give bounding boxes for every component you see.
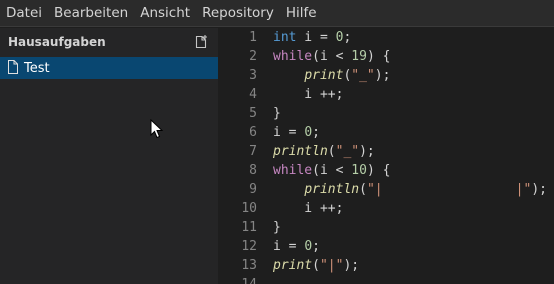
code-text: } [273,218,281,237]
code-text: while(i < 10) { [273,161,390,180]
code-text: println("_"); [273,142,375,161]
code-text: print("|"); [273,256,359,275]
code-text: int i = 0; [273,28,351,47]
line-number: 1 [249,30,257,45]
line-number: 7 [249,144,257,159]
code-token: "_" [335,144,360,159]
menu-hilfe[interactable]: Hilfe [280,0,323,27]
line-number: 5 [249,106,257,121]
code-line[interactable]: 7 println("_"); [218,142,554,161]
code-line[interactable]: 11} [218,218,554,237]
code-token: print [304,68,344,83]
code-text: println("| |"); [273,180,547,199]
code-token: ); [359,144,375,159]
code-token: print [273,258,313,273]
line-number: 3 [249,68,257,83]
code-token: i ++; [273,87,344,102]
code-token: while [273,163,313,178]
file-icon [7,59,24,78]
code-token: (i < [312,49,352,64]
code-line[interactable]: 8 while(i < 10) { [218,161,554,180]
code-token: ( [327,144,336,159]
code-token: ); [531,182,547,197]
file-label: Test [24,60,50,76]
code-token: 0 [304,239,313,254]
code-token: i = [273,239,305,254]
line-number: 12 [241,239,257,254]
code-line[interactable]: 2 while(i < 19) { [218,47,554,66]
code-token: 10 [351,163,367,178]
code-token: ); [374,68,391,83]
code-line[interactable]: 3 print("_"); [218,66,554,85]
code-token: ); [343,258,360,273]
menu-repository[interactable]: Repository [196,0,280,27]
code-token: println [304,182,360,197]
code-line[interactable]: 9 println("| |"); [218,180,554,199]
menu-datei[interactable]: Datei [0,0,48,27]
code-line[interactable]: 6 i = 0; [218,123,554,142]
code-text: i = 0; [273,123,320,142]
code-text: while(i < 19) { [273,47,390,66]
code-token: "| |" [366,182,532,197]
line-number: 11 [241,220,257,235]
code-token: int [273,30,297,45]
code-token: 19 [351,49,367,64]
menu-bar: Datei Bearbeiten Ansicht Repository Hilf… [0,0,554,27]
line-number: 9 [249,182,257,197]
code-line[interactable]: 1 int i = 0; [218,28,554,47]
line-number: 4 [249,87,257,102]
code-line[interactable]: 5} [218,104,554,123]
code-token: ) { [366,49,391,64]
code-text: } [273,104,281,123]
code-text: i ++; [273,85,343,104]
code-token: } [273,220,281,235]
mouse-cursor-icon [150,119,164,139]
file-item-test[interactable]: Test [0,57,218,79]
line-number: 6 [249,125,257,140]
code-token: ; [343,30,352,45]
code-token: (i < [312,163,352,178]
new-file-icon[interactable] [194,35,208,49]
line-number: 8 [249,163,257,178]
project-title: Hausaufgaben [8,35,106,49]
code-token: i = [273,125,305,140]
code-line[interactable]: 10 i ++; [218,199,554,218]
code-token: while [273,49,313,64]
sidebar: Hausaufgaben Test [0,28,218,284]
code-token: ; [312,125,320,140]
code-token: "_" [351,68,375,83]
sidebar-header: Hausaufgaben [0,28,218,56]
code-token: ; [312,239,320,254]
code-token: i ++; [273,201,344,216]
code-line[interactable]: 14 [218,275,554,284]
line-number: 13 [241,258,257,273]
menu-ansicht[interactable]: Ansicht [134,0,196,27]
code-token: ( [312,258,320,273]
code-token: } [273,106,281,121]
menu-bearbeiten[interactable]: Bearbeiten [48,0,134,27]
code-line[interactable]: 4 i ++; [218,85,554,104]
line-number: 2 [249,49,257,64]
code-token: i = [296,30,336,45]
code-text: i ++; [273,199,343,218]
code-line[interactable]: 13 print("|"); [218,256,554,275]
code-editor[interactable]: 1 int i = 0; 2 while(i < 19) {3 print("_");… [218,28,554,284]
code-token: ) { [366,163,391,178]
code-token: println [273,144,328,159]
code-token: "|" [319,258,344,273]
line-number: 14 [218,275,257,284]
code-token: 0 [304,125,313,140]
code-line[interactable]: 12 i = 0; [218,237,554,256]
code-text: i = 0; [273,237,320,256]
code-text: print("_"); [273,66,390,85]
code-token: ( [359,182,367,197]
line-number: 10 [241,201,257,216]
